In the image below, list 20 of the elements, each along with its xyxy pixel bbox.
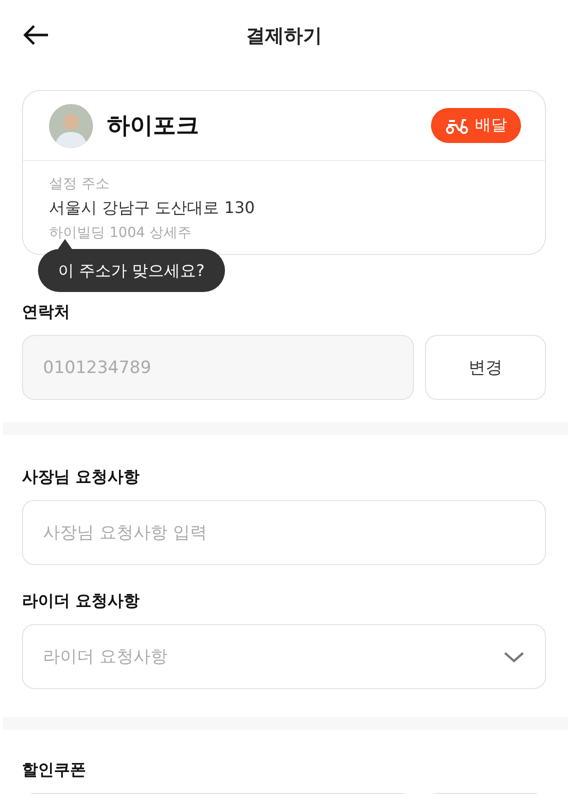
tooltip-pointer <box>58 239 72 249</box>
section-label: 연락처 <box>22 302 71 323</box>
rider-request-dropdown[interactable]: 라이더 요청사항 <box>22 624 546 689</box>
section-label: 라이더 요청사항 <box>22 591 141 612</box>
back-arrow-icon[interactable] <box>22 24 50 46</box>
delivery-badge: 배달 <box>431 108 521 143</box>
change-button[interactable]: 변경 <box>425 335 546 400</box>
chevron-down-icon <box>503 650 525 662</box>
section-label: 사장님 요청사항 <box>22 467 141 488</box>
section-label: 할인쿠폰 <box>22 760 87 781</box>
address-text: 서울시 강남구 도산대로 130 <box>49 198 256 219</box>
tooltip: 이 주소가 맞으세요? <box>38 249 225 292</box>
scooter-icon <box>445 116 469 134</box>
request-input-field[interactable]: 사장님 요청사항 입력 <box>22 500 546 565</box>
phone-field[interactable]: 0101234789 <box>22 335 414 400</box>
store-name: 하이포크 <box>107 112 200 141</box>
address-detail: 하이빌딩 1004 상세주 <box>49 224 193 242</box>
address-label: 설정 주소 <box>49 175 110 193</box>
page-title: 결제하기 <box>246 24 322 49</box>
avatar-icon <box>49 104 93 148</box>
